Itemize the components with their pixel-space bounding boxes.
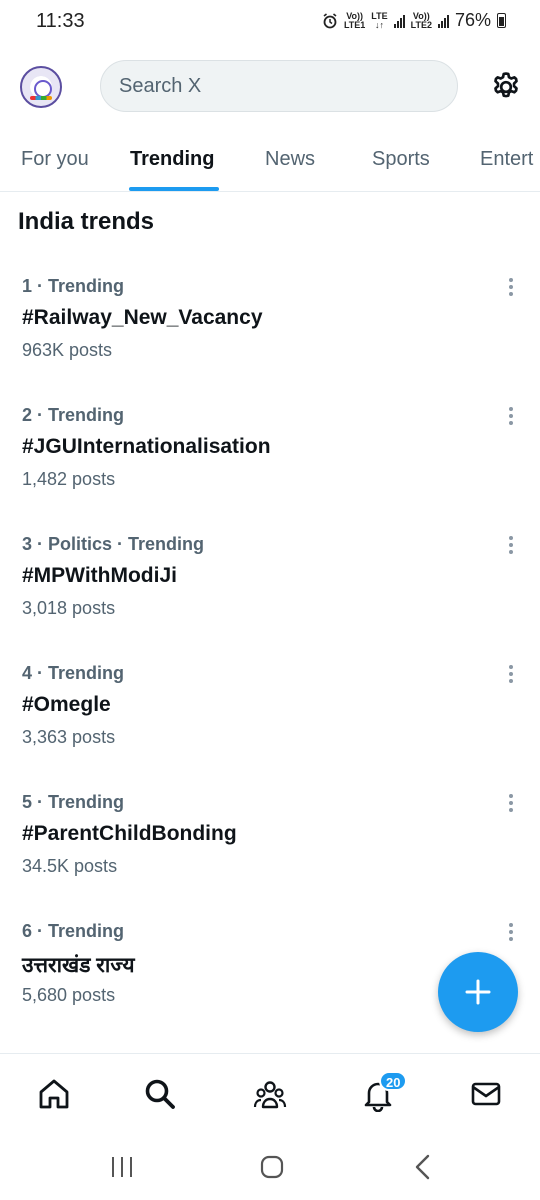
tab-entertainment[interactable]: Entert: [480, 148, 533, 171]
trend-name: #ParentChildBonding: [22, 822, 237, 845]
back-icon[interactable]: [408, 1153, 438, 1181]
section-title: India trends: [18, 208, 155, 235]
sim2-label: Vo)) LTE2: [410, 10, 432, 30]
trend-meta: 6 · Trending: [22, 921, 125, 941]
trend-post-count: 1,482 posts: [22, 469, 116, 489]
recent-apps-icon[interactable]: [107, 1153, 137, 1181]
status-time: 11:33: [36, 10, 85, 32]
tab-for-you[interactable]: For you: [21, 148, 89, 171]
search-placeholder: Search X: [119, 74, 202, 97]
trend-name: उत्तराखंड राज्य: [22, 954, 135, 977]
trend-post-count: 5,680 posts: [22, 985, 116, 1005]
battery-icon: [497, 13, 506, 28]
more-options-icon[interactable]: [504, 792, 518, 814]
trend-meta: 2 · Trending: [22, 405, 125, 425]
battery-percent: 76%: [454, 10, 491, 30]
more-options-icon[interactable]: [504, 921, 518, 943]
tab-bar: For you Trending News Sports Entert: [0, 132, 540, 192]
search-icon[interactable]: [142, 1076, 178, 1112]
more-options-icon[interactable]: [504, 405, 518, 427]
trend-item[interactable]: 2 · Trending #JGUInternationalisation 1,…: [0, 405, 540, 534]
trend-meta: 3 · Politics · Trending: [22, 534, 205, 554]
more-options-icon[interactable]: [504, 534, 518, 556]
avatar[interactable]: [20, 66, 62, 108]
system-nav: [0, 1133, 540, 1200]
signal-icon: [393, 14, 405, 28]
trend-item[interactable]: 3 · Politics · Trending #MPWithModiJi 3,…: [0, 534, 540, 663]
lte-label: LTE ↓↑: [371, 10, 388, 30]
trend-name: #Railway_New_Vacancy: [22, 306, 263, 329]
more-options-icon[interactable]: [504, 663, 518, 685]
plus-icon: [465, 979, 491, 1005]
trend-name: #Omegle: [22, 693, 111, 716]
bottom-nav: 20: [0, 1053, 540, 1133]
trend-item[interactable]: 5 · Trending #ParentChildBonding 34.5K p…: [0, 792, 540, 921]
trend-post-count: 3,018 posts: [22, 598, 116, 618]
more-options-icon[interactable]: [504, 276, 518, 298]
notification-badge: 20: [379, 1071, 408, 1091]
trend-meta: 4 · Trending: [22, 663, 125, 683]
home-icon[interactable]: [36, 1076, 72, 1112]
trend-post-count: 963K posts: [22, 340, 113, 360]
trend-name: #JGUInternationalisation: [22, 435, 271, 458]
tab-trending[interactable]: Trending: [130, 148, 214, 171]
active-tab-indicator: [129, 187, 219, 191]
tab-sports[interactable]: Sports: [372, 148, 430, 171]
trend-post-count: 3,363 posts: [22, 727, 116, 747]
signal-icon-2: [437, 14, 449, 28]
search-input[interactable]: Search X: [100, 60, 458, 112]
trend-meta: 1 · Trending: [22, 276, 125, 296]
compose-button[interactable]: [438, 952, 518, 1032]
communities-icon[interactable]: [252, 1076, 288, 1112]
mail-icon[interactable]: [468, 1076, 504, 1112]
status-icons: Vo)) LTE1 LTE ↓↑ Vo)) LTE2 76%: [322, 10, 506, 31]
trend-name: #MPWithModiJi: [22, 564, 177, 587]
trend-post-count: 34.5K posts: [22, 856, 118, 876]
trend-meta: 5 · Trending: [22, 792, 125, 812]
sim1-label: Vo)) LTE1: [343, 10, 366, 30]
tab-news[interactable]: News: [265, 148, 315, 171]
alarm-icon: [323, 12, 337, 28]
status-bar: 11:33 Vo)) LTE1 LTE ↓↑ Vo)) LTE2 76%: [0, 0, 540, 44]
gear-icon[interactable]: [489, 70, 523, 104]
trend-item[interactable]: 4 · Trending #Omegle 3,363 posts: [0, 663, 540, 792]
top-header: Search X: [0, 56, 540, 118]
home-button-icon[interactable]: [257, 1153, 287, 1181]
trend-item[interactable]: 1 · Trending #Railway_New_Vacancy 963K p…: [0, 276, 540, 405]
